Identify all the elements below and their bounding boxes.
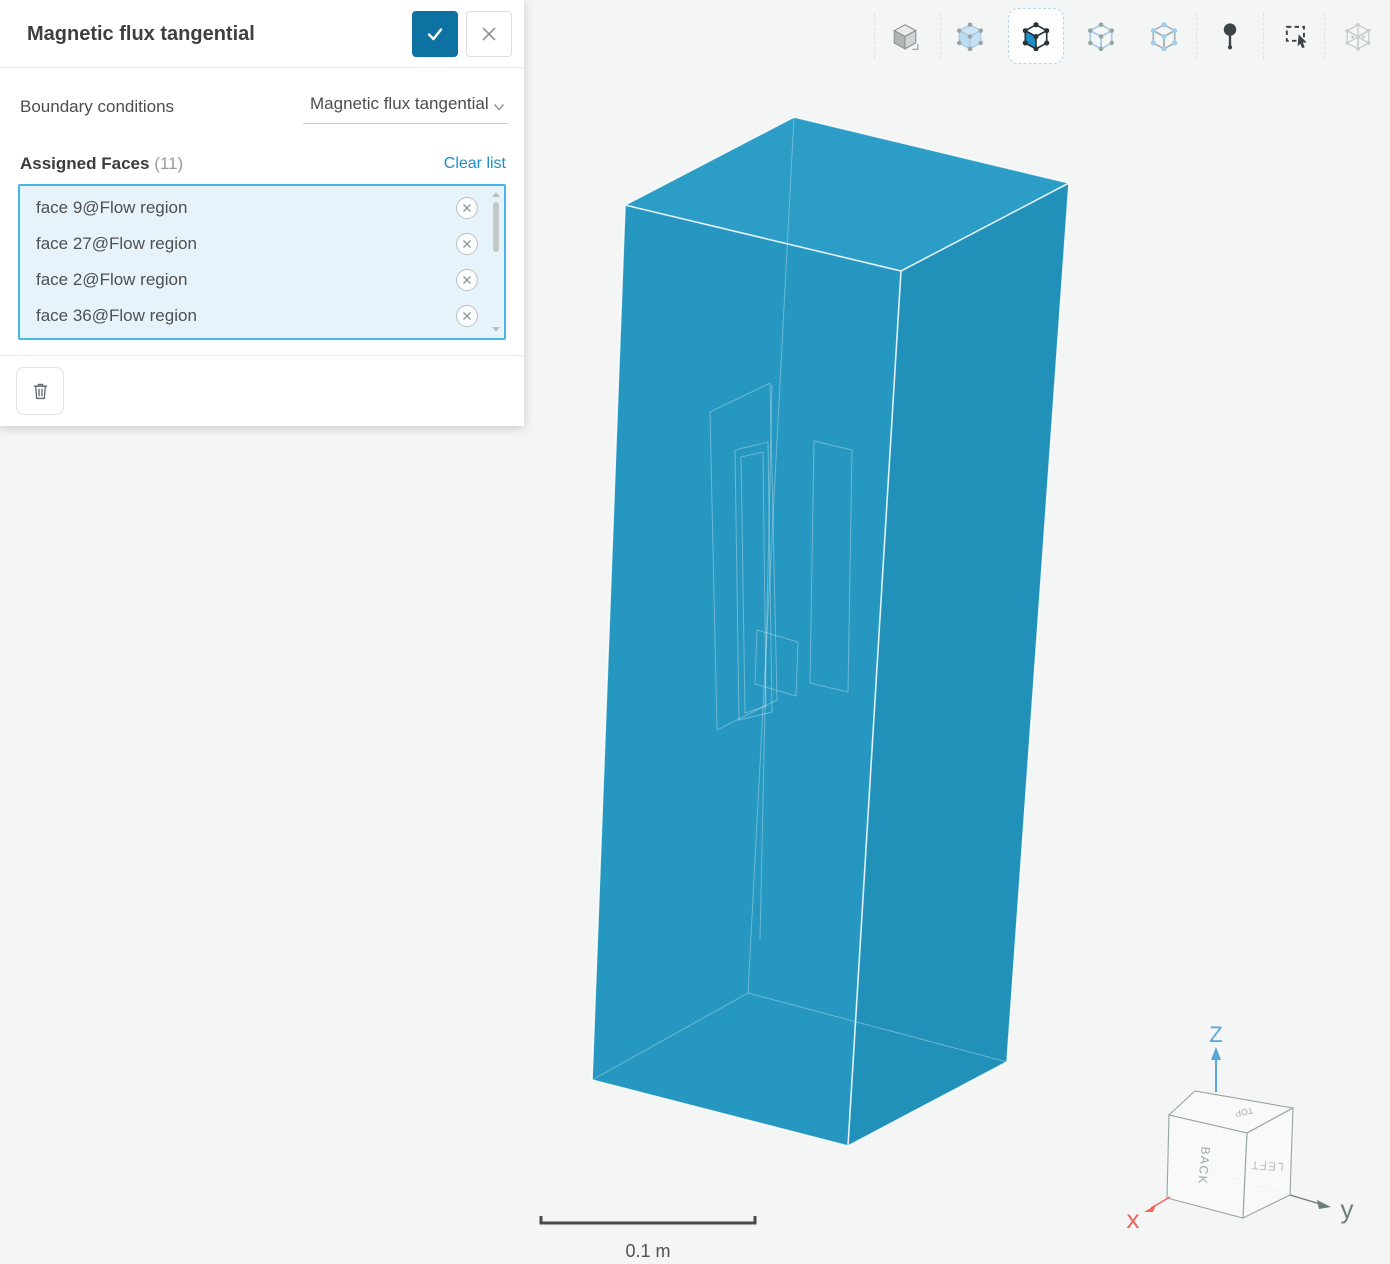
gizmo-y-label[interactable]: y	[1341, 1194, 1354, 1224]
face-item-label: face 2@Flow region	[36, 262, 187, 298]
trash-icon	[30, 380, 51, 402]
box-select-button[interactable]	[1269, 8, 1325, 64]
gizmo-cube[interactable]	[1167, 1091, 1293, 1218]
face-list-item[interactable]: face 9@Flow region	[20, 190, 504, 226]
list-scrollbar[interactable]	[491, 190, 501, 334]
delete-button[interactable]	[16, 367, 64, 415]
chevron-down-icon	[492, 100, 506, 114]
select-edge-cube-icon	[1086, 21, 1116, 51]
x-circle-icon	[462, 311, 472, 321]
remove-face-button[interactable]	[456, 197, 478, 219]
box-select-marquee-icon	[1282, 21, 1312, 51]
scroll-up-arrow[interactable]	[492, 192, 500, 197]
render-mode-button[interactable]	[877, 8, 933, 64]
boundary-condition-panel: Magnetic flux tangential Boundary condit…	[0, 0, 524, 426]
assigned-faces-label: Assigned Faces (11)	[20, 154, 183, 174]
remove-face-button[interactable]	[456, 233, 478, 255]
scale-bar-label: 0.1 m	[625, 1241, 670, 1261]
bc-type-dropdown-value: Magnetic flux tangential	[310, 94, 488, 118]
select-vertex-cube-icon	[1149, 21, 1179, 51]
panel-header: Magnetic flux tangential	[0, 0, 524, 68]
boundary-conditions-row: Boundary conditions Magnetic flux tangen…	[0, 68, 524, 146]
toolbar-divider	[874, 13, 875, 59]
boundary-conditions-label: Boundary conditions	[20, 97, 174, 117]
mesh-select-cube-icon	[1343, 21, 1373, 51]
select-face-cube-icon	[1021, 21, 1051, 51]
probe-point-button[interactable]	[1202, 8, 1258, 64]
remove-face-button[interactable]	[456, 269, 478, 291]
render-mode-cube-icon	[890, 21, 920, 51]
apply-button[interactable]	[412, 11, 458, 57]
view-toolbar	[860, 0, 1390, 72]
model-face-left[interactable]	[592, 205, 901, 1146]
page-title: Magnetic flux tangential	[27, 0, 255, 68]
x-circle-icon	[462, 239, 472, 249]
assigned-faces-header: Assigned Faces (11) Clear list	[0, 146, 524, 184]
select-face-button[interactable]	[1008, 8, 1064, 64]
close-icon	[480, 25, 498, 43]
gizmo-face-right-label: LEFT	[1250, 1158, 1284, 1174]
orientation-gizmo[interactable]: BACK LEFT TOP x y Z	[1127, 1022, 1354, 1234]
scroll-down-arrow[interactable]	[492, 327, 500, 332]
model-flow-region[interactable]	[592, 117, 1069, 1146]
gizmo-x-label[interactable]: x	[1127, 1204, 1140, 1234]
toolbar-divider	[1263, 13, 1264, 59]
remove-face-button[interactable]	[456, 305, 478, 327]
face-list-item[interactable]: face 36@Flow region	[20, 298, 504, 334]
face-item-label: face 36@Flow region	[36, 298, 197, 334]
assigned-faces-count: (11)	[154, 154, 183, 173]
face-item-label: face 9@Flow region	[36, 190, 187, 226]
scrollbar-thumb[interactable]	[493, 202, 499, 252]
probe-point-pin-icon	[1215, 21, 1245, 51]
toolbar-divider	[940, 13, 941, 59]
assigned-faces-list[interactable]: face 9@Flow region face 27@Flow region f…	[18, 184, 506, 340]
scale-bar: 0.1 m	[541, 1216, 755, 1261]
face-item-label: face 27@Flow region	[36, 226, 197, 262]
select-edge-button[interactable]	[1073, 8, 1129, 64]
check-icon	[424, 23, 446, 45]
panel-footer	[0, 355, 524, 426]
mesh-select-button	[1330, 8, 1386, 64]
select-volume-cube-icon	[955, 21, 985, 51]
select-vertex-button[interactable]	[1136, 8, 1192, 64]
assigned-faces-label-text: Assigned Faces	[20, 154, 149, 173]
toolbar-divider	[1196, 13, 1197, 59]
select-volume-button[interactable]	[942, 8, 998, 64]
face-list-item[interactable]: face 27@Flow region	[20, 226, 504, 262]
face-list-item[interactable]: face 2@Flow region	[20, 262, 504, 298]
clear-list-link[interactable]: Clear list	[444, 155, 506, 173]
gizmo-z-label[interactable]: Z	[1209, 1022, 1222, 1047]
cancel-button[interactable]	[466, 11, 512, 57]
x-circle-icon	[462, 203, 472, 213]
bc-type-dropdown[interactable]: Magnetic flux tangential	[303, 90, 508, 124]
x-circle-icon	[462, 275, 472, 285]
